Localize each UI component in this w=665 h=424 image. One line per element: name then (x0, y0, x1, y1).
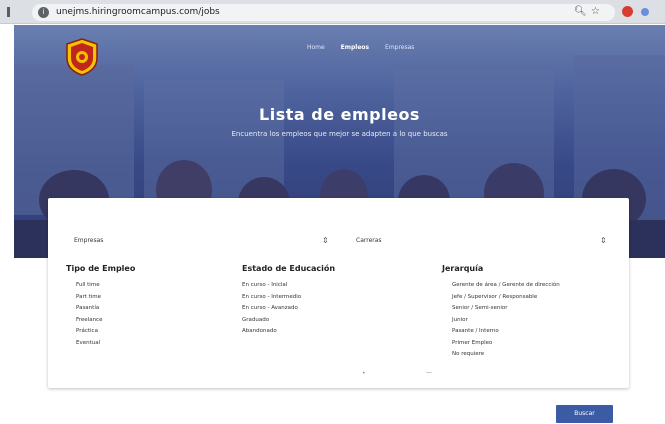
browser-toolbar: i unejms.hiringroomcampus.com/jobs 🔍︎ ☆ (0, 0, 665, 24)
filter-option[interactable]: Pasante / Interno (442, 326, 560, 338)
page-subtitle: Encuentra los empleos que mejor se adapt… (231, 130, 448, 138)
education-status-title: Estado de Educación (242, 264, 336, 273)
menu-tick (7, 7, 10, 17)
filter-option[interactable]: Full time (66, 280, 135, 292)
select-arrows-icon: ⇕ (322, 236, 329, 245)
filter-option[interactable]: Jefe / Supervisor / Responsable (442, 292, 560, 304)
filter-option[interactable]: Pasantía (66, 303, 135, 315)
filter-option[interactable]: En curso - Inicial (242, 280, 335, 292)
hierarchy-filter: Jerarquía Gerente de área / Gerente de d… (442, 264, 560, 361)
filter-option[interactable]: Primer Empleo (442, 338, 560, 350)
career-select[interactable]: Carreras ⇕ (356, 234, 608, 248)
page: i unejms.hiringroomcampus.com/jobs 🔍︎ ☆ (0, 0, 665, 424)
filter-option[interactable]: Senior / Semi-senior (442, 303, 560, 315)
nav-home[interactable]: Home (307, 44, 325, 51)
nav-jobs[interactable]: Empleos (341, 44, 369, 51)
filter-option[interactable]: Eventual (66, 338, 135, 350)
filter-option[interactable]: No requiere (442, 349, 560, 361)
page-title: Lista de empleos (259, 105, 420, 124)
employment-type-title: Tipo de Empleo (66, 264, 136, 273)
extension-blue-icon[interactable] (641, 8, 649, 16)
zoom-icon[interactable]: 🔍︎ (574, 6, 587, 18)
site-info-icon[interactable]: i (38, 7, 49, 18)
extension-red-icon[interactable] (622, 6, 633, 17)
address-bar[interactable]: i unejms.hiringroomcampus.com/jobs (32, 4, 615, 21)
top-nav: Home Empleos Empresas (307, 44, 428, 51)
filters-card: Empresas ⇕ Carreras ⇕ Tipo de Empleo Ful… (48, 198, 629, 388)
filter-option[interactable]: Graduado (242, 315, 335, 327)
select-arrows-icon: ⇕ (600, 236, 607, 245)
filter-option[interactable]: Abandonado (242, 326, 335, 338)
carousel-dash[interactable]: — (426, 369, 432, 376)
career-select-label: Carreras (356, 237, 382, 244)
filter-option[interactable]: Freelance (66, 315, 135, 327)
hierarchy-title: Jerarquía (442, 264, 484, 273)
nav-companies[interactable]: Empresas (385, 44, 414, 51)
company-select[interactable]: Empresas ⇕ (74, 234, 334, 248)
filter-option[interactable]: Práctica (66, 326, 135, 338)
filter-option[interactable]: En curso - Intermedio (242, 292, 335, 304)
filter-option[interactable]: Junior (442, 315, 560, 327)
company-select-label: Empresas (74, 237, 104, 244)
filter-option[interactable]: En curso - Avanzado (242, 303, 335, 315)
education-status-filter: Estado de Educación En curso - Inicial E… (242, 264, 335, 338)
carousel-dot[interactable]: • (362, 370, 366, 377)
university-logo (66, 38, 98, 76)
star-icon[interactable]: ☆ (591, 6, 600, 18)
url-text[interactable]: unejms.hiringroomcampus.com/jobs (56, 6, 220, 19)
search-button[interactable]: Buscar (556, 405, 613, 423)
filter-option[interactable]: Part time (66, 292, 135, 304)
filter-option[interactable]: Gerente de área / Gerente de dirección (442, 280, 560, 292)
employment-type-filter: Tipo de Empleo Full time Part time Pasan… (66, 264, 135, 349)
